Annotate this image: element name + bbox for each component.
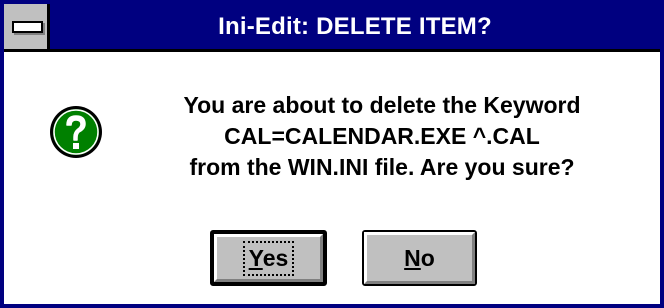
system-menu-icon bbox=[12, 21, 43, 33]
yes-button-label: Yes bbox=[242, 240, 295, 276]
window-title: Ini-Edit: DELETE ITEM? bbox=[218, 13, 492, 40]
message-line-3: from the WIN.INI file. Are you sure? bbox=[189, 154, 575, 180]
no-button-label: No bbox=[404, 244, 435, 271]
message-line-2: CAL=CALENDAR.EXE ^.CAL bbox=[224, 123, 540, 149]
dialog-window: Ini-Edit: DELETE ITEM? You are about to … bbox=[0, 0, 664, 308]
system-menu-button[interactable] bbox=[4, 4, 50, 49]
title-bar[interactable]: Ini-Edit: DELETE ITEM? bbox=[4, 4, 660, 52]
message-text: You are about to delete the Keyword CAL=… bbox=[104, 90, 660, 183]
question-icon bbox=[50, 106, 102, 158]
yes-button[interactable]: Yes bbox=[210, 230, 327, 286]
message-line-1: You are about to delete the Keyword bbox=[183, 92, 581, 118]
no-button[interactable]: No bbox=[362, 230, 477, 286]
